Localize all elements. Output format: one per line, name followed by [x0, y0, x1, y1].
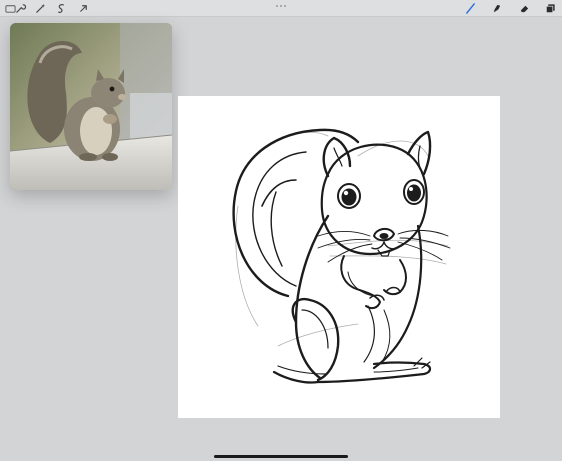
squirrel-photo	[10, 23, 172, 190]
layers-icon[interactable]	[544, 2, 557, 15]
drawing-canvas[interactable]	[178, 96, 500, 418]
wrench-icon[interactable]	[14, 2, 27, 15]
selection-icon[interactable]	[55, 2, 68, 15]
reference-image-window[interactable]	[10, 23, 172, 190]
eraser-icon[interactable]	[518, 2, 531, 15]
smudge-icon[interactable]	[490, 2, 503, 15]
squirrel-sketch	[232, 128, 451, 384]
home-indicator[interactable]	[214, 455, 348, 458]
top-toolbar	[0, 0, 562, 17]
brush-icon[interactable]	[464, 2, 477, 15]
transform-arrow-icon[interactable]	[77, 2, 90, 15]
magic-wand-icon[interactable]	[34, 2, 47, 15]
toolbar-drag-handle[interactable]	[276, 4, 286, 8]
